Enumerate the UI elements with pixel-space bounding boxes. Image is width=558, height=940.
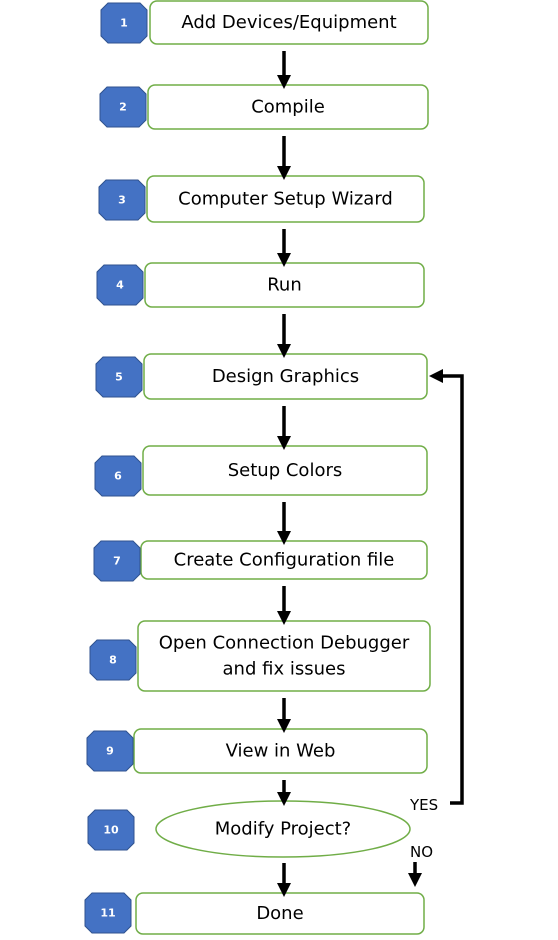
step-number: 5: [115, 371, 123, 384]
step-label: Design Graphics: [212, 366, 359, 387]
step-5: Design Graphics 5: [95, 353, 428, 400]
step-6: Setup Colors 6: [94, 445, 428, 497]
step-11: Done 11: [84, 892, 425, 935]
step-label: Add Devices/Equipment: [181, 12, 396, 33]
step-number: 2: [119, 101, 127, 114]
step-label: Open Connection Debugger: [159, 633, 410, 654]
step-number: 4: [116, 279, 124, 292]
step-label: Modify Project?: [215, 819, 352, 840]
yes-loop-arrow: [429, 369, 464, 805]
step-number: 11: [100, 907, 115, 920]
step-number: 8: [109, 654, 117, 667]
no-label: NO: [410, 843, 433, 861]
step-9: View in Web 9: [86, 728, 428, 774]
step-number: 10: [103, 824, 119, 837]
step-label: Create Configuration file: [174, 550, 395, 571]
step-1: Add Devices/Equipment 1: [100, 0, 429, 45]
step-number: 1: [120, 17, 128, 30]
step-number: 9: [106, 745, 114, 758]
step-4: Run 4: [96, 262, 425, 308]
yes-label: YES: [409, 796, 438, 814]
step-number: 3: [118, 194, 126, 207]
step-label: Run: [267, 275, 302, 296]
step-label: Done: [256, 903, 303, 924]
step-label: View in Web: [226, 741, 336, 762]
step-label-line2: and fix issues: [223, 659, 346, 680]
step-7: Create Configuration file 7: [93, 540, 428, 582]
flowchart: Add Devices/Equipment 1 Compile 2 Computer S…: [84, 0, 464, 935]
step-label: Computer Setup Wizard: [178, 189, 393, 210]
step-3: Computer Setup Wizard 3: [98, 175, 425, 223]
step-number: 6: [114, 470, 122, 483]
process-box: [137, 620, 431, 692]
step-10: Modify Project? 10: [87, 800, 411, 858]
step-2: Compile 2: [99, 84, 429, 130]
step-label: Setup Colors: [228, 460, 343, 481]
step-label: Compile: [251, 97, 325, 118]
step-number: 7: [113, 555, 121, 568]
step-8: Open Connection Debugger and fix issues 8: [89, 620, 431, 692]
